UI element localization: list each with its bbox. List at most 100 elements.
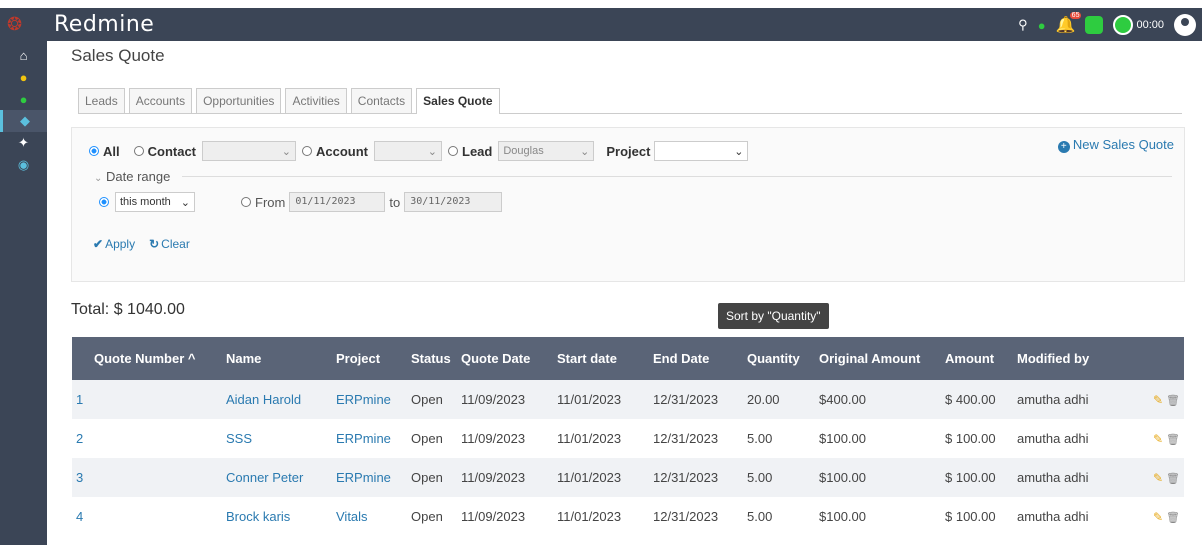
refresh-icon: ↻ [149,237,160,251]
account-radio[interactable] [302,146,313,156]
name-link[interactable]: Conner Peter [222,470,332,485]
from-radio[interactable] [241,197,251,207]
period-select[interactable]: this month ⌄ [115,192,195,212]
lead-radio[interactable] [448,146,459,156]
project-link[interactable]: ERPmine [332,470,407,485]
amount: $ 100.00 [945,470,996,485]
quantity: 5.00 [747,431,773,446]
project-link[interactable]: ERPmine [332,392,407,407]
name-link[interactable]: Aidan Harold [222,392,332,407]
from-date-input[interactable]: 01/11/2023 [289,192,386,212]
table-header: Quote Number ^ Name Project Status Quote… [72,337,1184,380]
wrench-icon[interactable]: ✦ [0,132,47,154]
col-amount[interactable]: Amount [941,351,1013,366]
col-status[interactable]: Status [407,351,457,366]
sidebar: ⌂ ● ● ◆ ✦ ◉ [0,41,47,545]
share-icon[interactable]: ● [0,88,47,110]
period-radio[interactable] [99,197,109,207]
tab-activities[interactable]: Activities [285,88,347,113]
col-quantity[interactable]: Quantity [743,351,815,366]
divider [182,176,1172,177]
name-link[interactable]: Brock karis [222,509,332,524]
date-row: this month ⌄ From 01/11/2023 to 30/11/202… [89,192,506,212]
account-label: Account [316,143,369,159]
search-icon[interactable]: ⚲ [1018,17,1028,33]
chevron-down-icon: ⌄ [734,145,744,158]
col-quote-date[interactable]: Quote Date [457,351,553,366]
date-range-label: Date range [106,169,171,184]
chevron-down-icon: ⌄ [427,145,438,158]
col-original-amount[interactable]: Original Amount [815,351,941,366]
lead-select[interactable]: Douglas ⌄ [498,141,595,161]
quantity: 5.00 [747,509,773,524]
tab-opportunities[interactable]: Opportunities [196,88,282,113]
quote-number-link[interactable]: 4 [72,509,222,524]
end-date: 12/31/2023 [653,509,719,524]
row-actions: ✎ 🗑 [1129,509,1184,524]
delete-icon[interactable]: 🗑 [1166,434,1180,446]
clear-button[interactable]: ↻ Clear [149,237,190,251]
redmine-logo-icon: ❂ [7,14,23,34]
start-date: 11/01/2023 [557,509,622,524]
quote-number-link[interactable]: 2 [72,431,222,446]
project-link[interactable]: ERPmine [332,431,407,446]
top-bar: ❂ Redmine ⚲ ● 🔔 65 00:00 [0,0,1202,41]
tag-icon[interactable]: ◆ [0,110,47,132]
edit-icon[interactable]: ✎ [1153,393,1163,407]
filter-panel: All Contact ⌄ Account ⌄ Lead Douglas ⌄ Pr… [71,127,1185,282]
col-name[interactable]: Name [222,351,332,366]
timer[interactable]: 00:00 [1113,15,1164,35]
user-icon[interactable]: ● [0,66,47,88]
edit-icon[interactable]: ✎ [1153,471,1163,485]
contact-radio[interactable] [133,146,144,156]
page-title: Sales Quote [71,46,165,65]
tab-contacts[interactable]: Contacts [350,88,413,113]
new-sales-quote-link[interactable]: + New Sales Quote [1057,137,1174,153]
project-link[interactable]: Vitals [332,509,407,524]
table-row: 1 Aidan Harold ERPmine Open 11/09/2023 1… [72,380,1184,419]
col-modified-by[interactable]: Modified by [1013,351,1129,366]
name-link[interactable]: SSS [222,431,332,446]
edit-icon[interactable]: ✎ [1153,510,1163,524]
to-date-input[interactable]: 30/11/2023 [404,192,503,212]
delete-icon[interactable]: 🗑 [1166,395,1180,407]
delete-icon[interactable]: 🗑 [1166,512,1180,524]
bell-icon[interactable]: 🔔 65 [1056,12,1082,35]
tab-leads[interactable]: Leads [78,88,125,113]
edit-icon[interactable]: ✎ [1153,432,1163,446]
quote-number-link[interactable]: 3 [72,470,222,485]
original-amount: $100.00 [819,509,866,524]
all-radio[interactable] [89,146,99,156]
tabs: Leads Accounts Opportunities Activities … [78,88,1182,114]
original-amount: $100.00 [819,431,866,446]
quote-date: 11/09/2023 [461,392,526,407]
col-end-date[interactable]: End Date [649,351,743,366]
start-date: 11/01/2023 [557,392,622,407]
modified-by: amutha adhi [1017,392,1089,407]
account-select[interactable]: ⌄ [374,141,443,161]
delete-icon[interactable]: 🗑 [1166,473,1180,485]
contact-select[interactable]: ⌄ [202,141,297,161]
project-select[interactable]: ⌄ [654,141,749,161]
all-label: All [103,143,120,159]
quote-number-link[interactable]: 1 [72,392,222,407]
total-value: $ 1040.00 [113,301,185,318]
home-icon[interactable]: ⌂ [0,44,47,66]
modified-by: amutha adhi [1017,431,1089,446]
col-project[interactable]: Project [332,351,407,366]
clear-label: Clear [161,237,190,251]
apply-button[interactable]: ✔ Apply [93,237,135,251]
col-quote-number[interactable]: Quote Number ^ [72,351,222,366]
share-icon[interactable]: ● [1038,18,1046,33]
app-title[interactable]: Redmine [54,12,154,37]
chevron-down-icon: ⌄ [580,145,590,158]
help-icon[interactable]: ◉ [0,154,47,176]
tab-accounts[interactable]: Accounts [128,88,193,113]
avatar[interactable] [1174,14,1196,36]
period-value: this month [120,196,171,208]
tab-sales-quote[interactable]: Sales Quote [416,88,500,114]
date-range-legend: ⌄ Date range [94,169,170,184]
col-start-date[interactable]: Start date [553,351,649,366]
document-icon[interactable] [1085,16,1104,34]
quote-date: 11/09/2023 [461,470,526,485]
